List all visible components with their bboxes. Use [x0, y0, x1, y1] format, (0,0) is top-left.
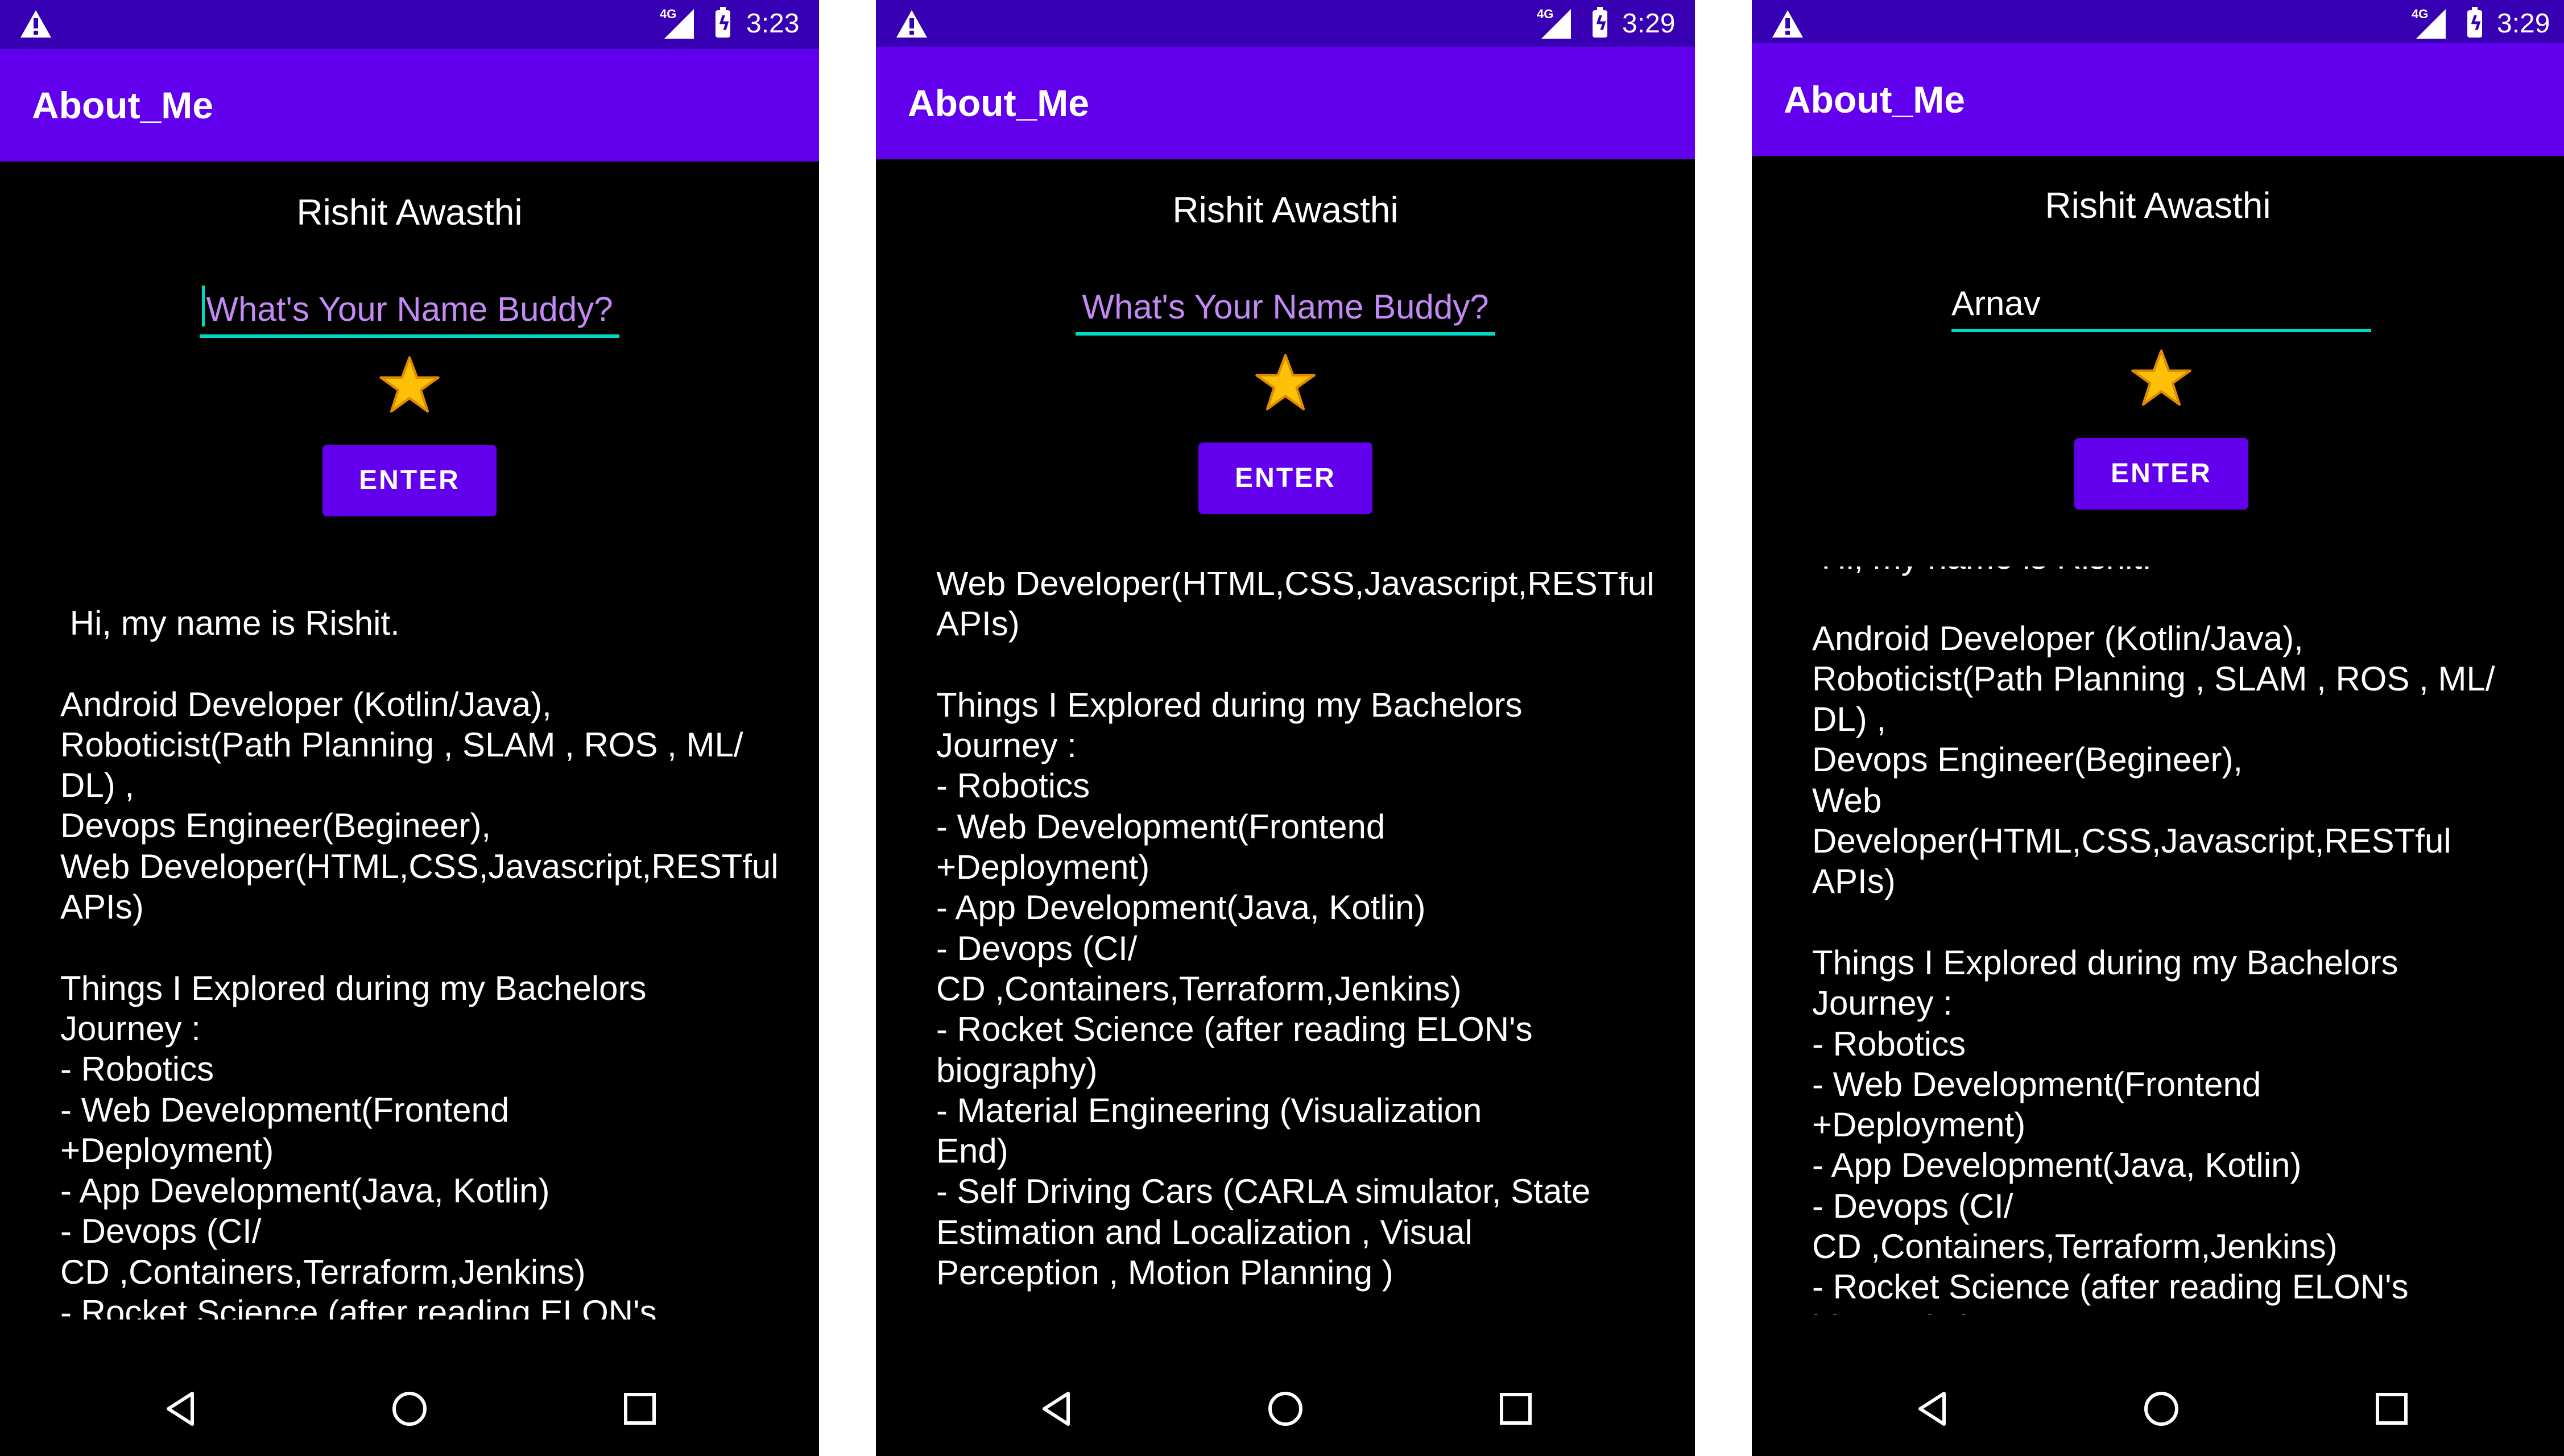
battery-charging-icon: ϟ: [2467, 7, 2482, 38]
status-bar: 4G ϟ 3:29: [1752, 0, 2564, 49]
profile-name: Rishit Awasthi: [296, 192, 523, 233]
home-icon[interactable]: [390, 1389, 429, 1429]
signal-icon: 4G: [660, 7, 694, 39]
app-bar: About_Me: [0, 49, 819, 162]
enter-button[interactable]: ENTER: [1198, 442, 1372, 514]
app-title: About_Me: [32, 84, 213, 126]
name-input-value: Arnav: [1951, 284, 2041, 322]
star-icon: [1255, 354, 1316, 411]
name-input[interactable]: What's Your Name Buddy?: [1076, 276, 1495, 336]
battery-charging-icon: ϟ: [1593, 7, 1607, 38]
network-type: 4G: [1537, 7, 1554, 21]
app-bar: About_Me: [1752, 43, 2564, 156]
status-time: 3:29: [1622, 9, 1676, 39]
profile-name: Rishit Awasthi: [2045, 185, 2271, 226]
network-type: 4G: [660, 7, 677, 21]
battery-charging-icon: ϟ: [716, 7, 730, 38]
warning-icon: [896, 10, 927, 38]
name-input-hint: What's Your Name Buddy?: [206, 290, 613, 328]
star-icon: [379, 356, 440, 413]
status-time: 3:29: [2497, 9, 2550, 39]
name-input[interactable]: Arnav: [1951, 273, 2371, 332]
about-scroll-view[interactable]: Hi, my name is Rishit. Android Developer…: [1752, 566, 2564, 1315]
recents-icon[interactable]: [620, 1389, 660, 1429]
recents-icon[interactable]: [1496, 1389, 1536, 1429]
back-icon[interactable]: [160, 1389, 200, 1429]
status-time: 3:23: [746, 9, 800, 39]
app-title: About_Me: [908, 82, 1089, 124]
name-input-hint: What's Your Name Buddy?: [1082, 288, 1489, 326]
status-bar: 4G ϟ 3:23: [0, 0, 819, 49]
network-type: 4G: [2412, 7, 2429, 21]
about-scroll-view[interactable]: Hi, my name is Rishit. Android Developer…: [0, 580, 819, 1320]
navigation-bar: [0, 1360, 819, 1456]
recents-icon[interactable]: [2372, 1389, 2412, 1429]
name-input[interactable]: What's Your Name Buddy?: [200, 279, 619, 338]
navigation-bar: [876, 1360, 1695, 1456]
about-text: Hi, my name is Rishit. Android Developer…: [60, 604, 779, 1320]
warning-icon: [20, 10, 51, 38]
app-bar: About_Me: [876, 47, 1695, 159]
signal-icon: 4G: [2412, 7, 2446, 39]
about-text: Web Developer(HTML,CSS,Javascript,RESTfu…: [936, 572, 1655, 1292]
profile-name: Rishit Awasthi: [1172, 189, 1399, 230]
phone-screen-2: 4G ϟ 3:29 About_Me Rishit Awasthi What's…: [876, 0, 1695, 1456]
phone-screen-3: 4G ϟ 3:29 About_Me Rishit Awasthi Arnav …: [1752, 0, 2564, 1456]
app-title: About_Me: [1784, 78, 1965, 121]
signal-icon: 4G: [1537, 7, 1571, 39]
phone-screen-1: 4G ϟ 3:23 About_Me Rishit Awasthi What's…: [0, 0, 819, 1456]
home-icon[interactable]: [1266, 1389, 1305, 1429]
status-bar: 4G ϟ 3:29: [876, 0, 1695, 49]
about-scroll-view[interactable]: Web Developer(HTML,CSS,Javascript,RESTfu…: [876, 572, 1695, 1312]
navigation-bar: [1752, 1360, 2564, 1456]
star-icon: [2131, 349, 2191, 406]
back-icon[interactable]: [1912, 1389, 1952, 1429]
back-icon[interactable]: [1036, 1389, 1076, 1429]
about-text: Hi, my name is Rishit. Android Developer…: [1812, 566, 2495, 1315]
warning-icon: [1772, 10, 1803, 38]
home-icon[interactable]: [2141, 1389, 2181, 1429]
enter-button[interactable]: ENTER: [322, 445, 497, 516]
enter-button[interactable]: ENTER: [2074, 438, 2248, 510]
